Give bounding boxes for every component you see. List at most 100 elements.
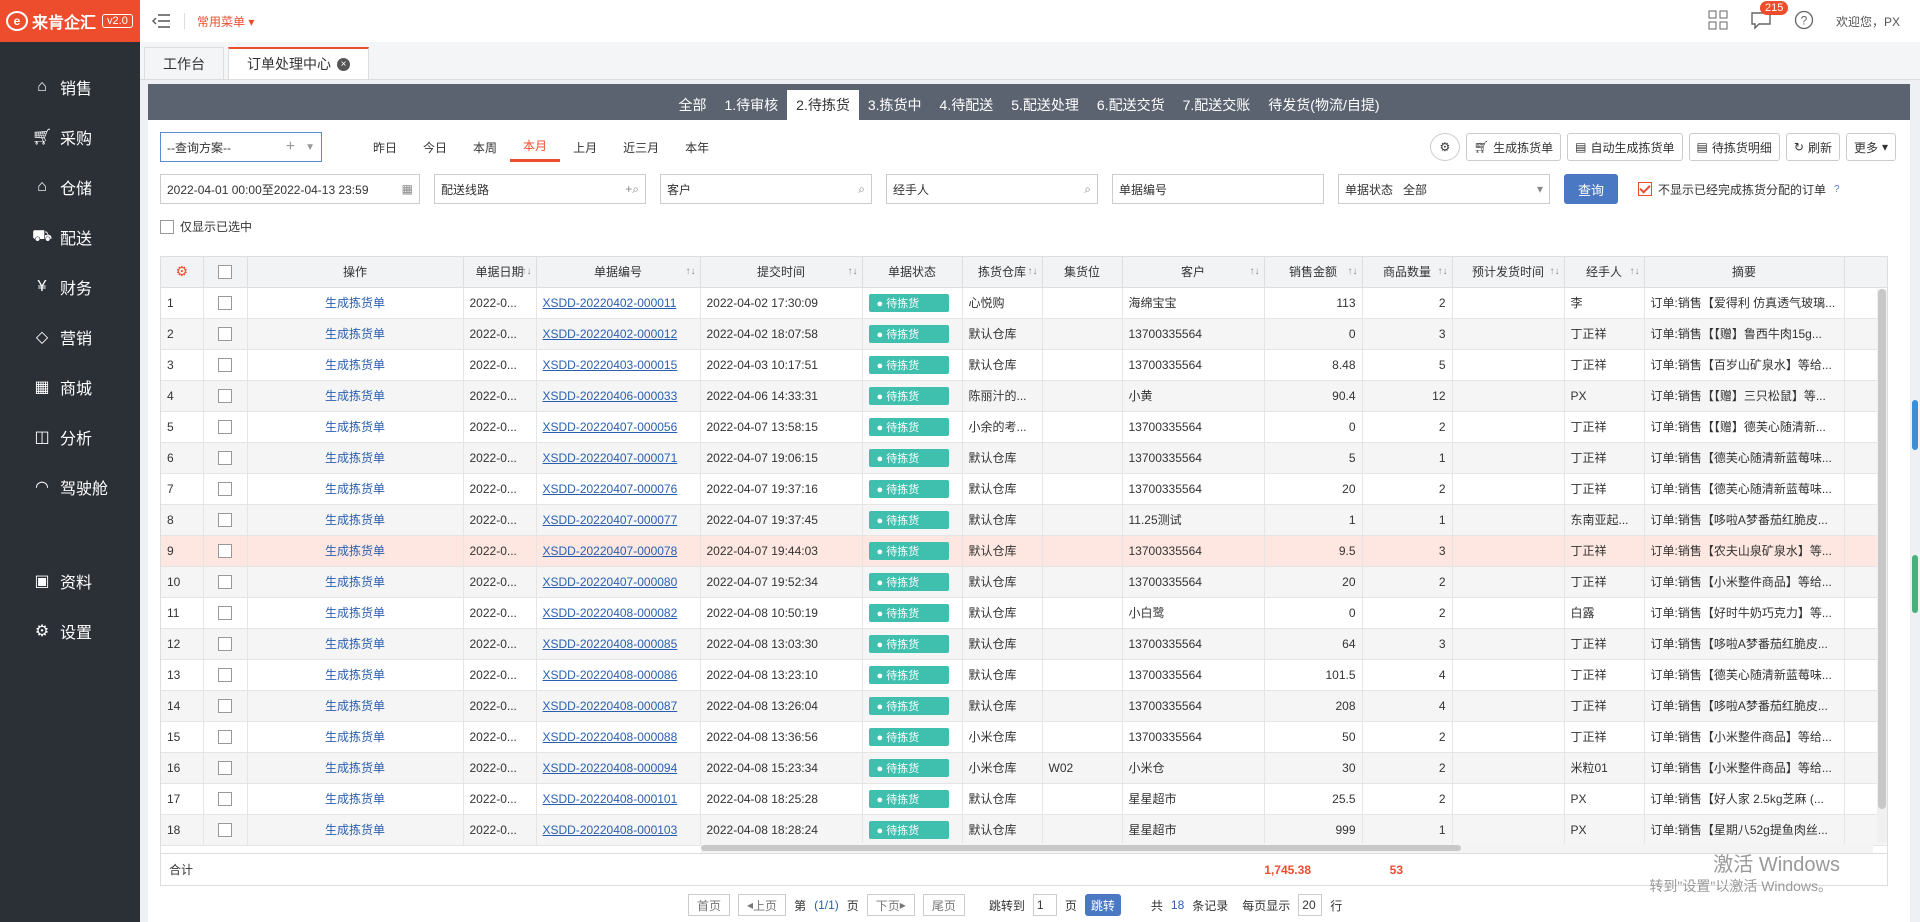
- vertical-scrollbar[interactable]: [1877, 289, 1887, 843]
- row-checkbox[interactable]: [218, 760, 232, 775]
- bill-code-link[interactable]: XSDD-20220408-000088: [543, 730, 678, 744]
- row-checkbox[interactable]: [218, 791, 232, 806]
- row-select-cell[interactable]: [203, 628, 248, 660]
- table-row[interactable]: 4 生成拣货单 2022-0... XSDD-20220406-000033 2022-…: [161, 380, 1887, 412]
- tab-workbench[interactable]: 工作台: [144, 47, 224, 79]
- row-select-cell[interactable]: [203, 535, 248, 567]
- bill-code-link[interactable]: XSDD-20220407-000078: [543, 544, 678, 558]
- row-select-cell[interactable]: [203, 597, 248, 629]
- collapse-menu-icon[interactable]: [150, 10, 172, 32]
- bill-code-link[interactable]: XSDD-20220402-000012: [543, 327, 678, 341]
- row-checkbox[interactable]: [218, 574, 232, 589]
- row-checkbox[interactable]: [218, 636, 232, 651]
- row-checkbox[interactable]: [218, 481, 232, 496]
- generate-pick-link[interactable]: 生成拣货单: [325, 544, 385, 558]
- row-checkbox[interactable]: [218, 388, 232, 403]
- prev-page-button[interactable]: ◂ 上页: [738, 894, 787, 916]
- sort-icon[interactable]: ↑↓: [1250, 266, 1260, 277]
- status-tab[interactable]: 6.配送交货: [1088, 90, 1174, 120]
- side-scroll-indicator[interactable]: [1912, 555, 1918, 613]
- status-tab[interactable]: 3.拣货中: [859, 90, 931, 120]
- header-settings[interactable]: ⚙: [161, 257, 204, 288]
- sort-icon[interactable]: ↑↓: [1630, 266, 1640, 277]
- row-select-cell[interactable]: [203, 287, 248, 319]
- column-header[interactable]: 操作: [247, 257, 464, 288]
- per-page-input[interactable]: 20: [1298, 894, 1323, 916]
- sidebar-item[interactable]: 🛒︎ 采购: [0, 112, 140, 162]
- row-select-cell[interactable]: [203, 690, 248, 722]
- bill-code-link[interactable]: XSDD-20220408-000082: [543, 606, 678, 620]
- table-row[interactable]: 17 生成拣货单 2022-0... XSDD-20220408-000101 2022…: [161, 783, 1887, 815]
- row-select-cell[interactable]: [203, 380, 248, 412]
- bill-code-link[interactable]: XSDD-20220408-000086: [543, 668, 678, 682]
- plus-icon[interactable]: +: [286, 138, 295, 156]
- bill-code-link[interactable]: XSDD-20220407-000071: [543, 451, 678, 465]
- scroll-thumb[interactable]: [1878, 289, 1886, 809]
- status-tab[interactable]: 4.待配送: [931, 90, 1003, 120]
- table-row[interactable]: 12 生成拣货单 2022-0... XSDD-20220408-000085 2022…: [161, 628, 1887, 660]
- generate-pick-link[interactable]: 生成拣货单: [325, 668, 385, 682]
- row-checkbox[interactable]: [218, 419, 232, 434]
- bill-code-link[interactable]: XSDD-20220408-000103: [543, 823, 678, 837]
- bill-code-link[interactable]: XSDD-20220408-000087: [543, 699, 678, 713]
- column-header[interactable]: 单据编号 ↑↓: [536, 257, 701, 288]
- sidebar-item[interactable]: ¥ 财务: [0, 262, 140, 312]
- bill-code-link[interactable]: XSDD-20220407-000080: [543, 575, 678, 589]
- settings-button[interactable]: ⚙: [1429, 133, 1460, 161]
- column-header[interactable]: 客户 ↑↓: [1122, 257, 1265, 288]
- row-checkbox[interactable]: [218, 605, 232, 620]
- bill-code-link[interactable]: XSDD-20220407-000077: [543, 513, 678, 527]
- jump-button[interactable]: 跳转: [1084, 894, 1121, 916]
- generate-pick-link[interactable]: 生成拣货单: [325, 637, 385, 651]
- column-header[interactable]: 集货位: [1042, 257, 1123, 288]
- table-row[interactable]: 1 生成拣货单 2022-0... XSDD-20220402-000011 2022-…: [161, 287, 1887, 319]
- generate-pick-link[interactable]: 生成拣货单: [325, 327, 385, 341]
- calendar-icon[interactable]: ▦: [402, 182, 413, 196]
- generate-pick-link[interactable]: 生成拣货单: [325, 575, 385, 589]
- search-icon[interactable]: ⌕: [858, 182, 865, 197]
- row-select-cell[interactable]: [203, 318, 248, 350]
- only-selected-checkbox[interactable]: [160, 219, 174, 234]
- row-select-cell[interactable]: [203, 349, 248, 381]
- row-checkbox[interactable]: [218, 512, 232, 527]
- sidebar-item[interactable]: ⌂ 销售: [0, 62, 140, 112]
- side-scroll-indicator[interactable]: [1912, 400, 1918, 450]
- pick-detail-button[interactable]: ▤ 待拣货明细: [1688, 133, 1780, 161]
- row-checkbox[interactable]: [218, 295, 232, 310]
- generate-pick-link[interactable]: 生成拣货单: [325, 823, 385, 837]
- row-select-cell[interactable]: [203, 721, 248, 753]
- bill-code-link[interactable]: XSDD-20220406-000033: [543, 389, 678, 403]
- close-icon[interactable]: ×: [337, 57, 350, 71]
- table-row[interactable]: 7 生成拣货单 2022-0... XSDD-20220407-000076 2022-…: [161, 473, 1887, 505]
- table-row[interactable]: 3 生成拣货单 2022-0... XSDD-20220403-000015 2022-…: [161, 349, 1887, 381]
- date-range-input[interactable]: 2022-04-01 00:00至2022-04-13 23:59 ▦: [160, 174, 420, 204]
- sort-icon[interactable]: ↑↓: [686, 266, 696, 277]
- grid-icon[interactable]: [1708, 10, 1728, 33]
- horizontal-scrollbar[interactable]: [701, 843, 1873, 853]
- info-icon[interactable]: ?: [1834, 184, 1840, 195]
- route-input[interactable]: 配送线路 +⌕: [434, 174, 646, 204]
- row-select-cell[interactable]: [203, 442, 248, 474]
- next-page-button[interactable]: 下页 ▸: [866, 894, 915, 916]
- jump-page-input[interactable]: 1: [1032, 894, 1057, 916]
- generate-pick-link[interactable]: 生成拣货单: [325, 730, 385, 744]
- add-search-icon[interactable]: +⌕: [625, 182, 639, 197]
- query-scheme-select[interactable]: --查询方案-- + ▼: [160, 132, 322, 162]
- row-select-cell[interactable]: [203, 783, 248, 815]
- status-tab[interactable]: 7.配送交账: [1174, 90, 1260, 120]
- generate-pick-link[interactable]: 生成拣货单: [325, 761, 385, 775]
- status-tab[interactable]: 待发货(物流/自提): [1259, 90, 1388, 120]
- customer-input[interactable]: 客户 ⌕: [660, 174, 872, 204]
- generate-pick-link[interactable]: 生成拣货单: [325, 482, 385, 496]
- column-header[interactable]: 单据日期 ↑↓: [463, 257, 537, 288]
- generate-pick-button[interactable]: 🛒︎ 生成拣货单: [1465, 133, 1562, 161]
- table-row[interactable]: 9 生成拣货单 2022-0... XSDD-20220407-000078 2022-…: [161, 535, 1887, 567]
- sidebar-item[interactable]: ◠ 驾驶舱: [0, 462, 140, 512]
- message-icon[interactable]: 215: [1750, 0, 1789, 33]
- sidebar-item[interactable]: ⌂ 仓储: [0, 162, 140, 212]
- last-page-button[interactable]: 尾页: [922, 894, 965, 916]
- row-checkbox[interactable]: [218, 543, 232, 558]
- table-row[interactable]: 16 生成拣货单 2022-0... XSDD-20220408-000094 2022…: [161, 752, 1887, 784]
- table-row[interactable]: 6 生成拣货单 2022-0... XSDD-20220407-000071 2022-…: [161, 442, 1887, 474]
- sidebar-item[interactable]: ⛟ 配送: [0, 212, 140, 262]
